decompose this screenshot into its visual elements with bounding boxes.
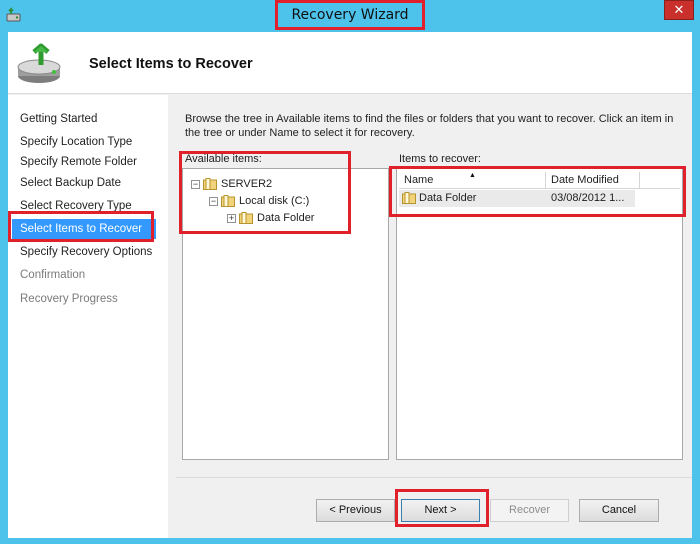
nav-step-specify-recovery-options[interactable]: Specify Recovery Options xyxy=(20,242,152,262)
close-icon: ✕ xyxy=(673,2,685,18)
instructions-text: Browse the tree in Available items to fi… xyxy=(185,113,674,139)
title-bar[interactable]: Recovery Wizard ✕ xyxy=(0,0,700,32)
previous-button[interactable]: < Previous xyxy=(316,499,395,522)
backup-recovery-icon xyxy=(17,43,61,83)
items-to-recover-label: Items to recover: xyxy=(399,153,481,165)
wizard-steps-nav: Getting Started Specify Location Type Sp… xyxy=(8,95,168,538)
nav-step-specify-remote-folder[interactable]: Specify Remote Folder xyxy=(20,152,137,172)
window-title: Recovery Wizard xyxy=(291,7,409,23)
footer-divider xyxy=(176,477,692,478)
active-step-highlight-box xyxy=(8,211,154,242)
recovery-wizard-window: Recovery Wizard ✕ Select Items to Recove… xyxy=(0,0,700,544)
nav-step-recovery-progress: Recovery Progress xyxy=(20,293,118,305)
title-highlight-box: Recovery Wizard xyxy=(275,0,425,30)
nav-step-getting-started[interactable]: Getting Started xyxy=(20,109,97,129)
nav-step-confirmation: Confirmation xyxy=(20,269,86,281)
items-to-recover-highlight-box xyxy=(389,166,686,217)
nav-step-specify-location-type[interactable]: Specify Location Type xyxy=(20,132,132,152)
recover-button: Recover xyxy=(490,499,569,522)
cancel-button[interactable]: Cancel xyxy=(579,499,659,522)
app-icon xyxy=(6,7,21,22)
nav-step-select-backup-date[interactable]: Select Backup Date xyxy=(20,173,121,193)
close-button[interactable]: ✕ xyxy=(664,0,694,20)
next-button-highlight-box xyxy=(395,489,489,527)
available-items-highlight-box xyxy=(179,151,351,234)
page-title: Select Items to Recover xyxy=(89,56,253,72)
wizard-client-area: Select Items to Recover Getting Started … xyxy=(8,32,692,538)
wizard-header: Select Items to Recover xyxy=(8,32,692,94)
